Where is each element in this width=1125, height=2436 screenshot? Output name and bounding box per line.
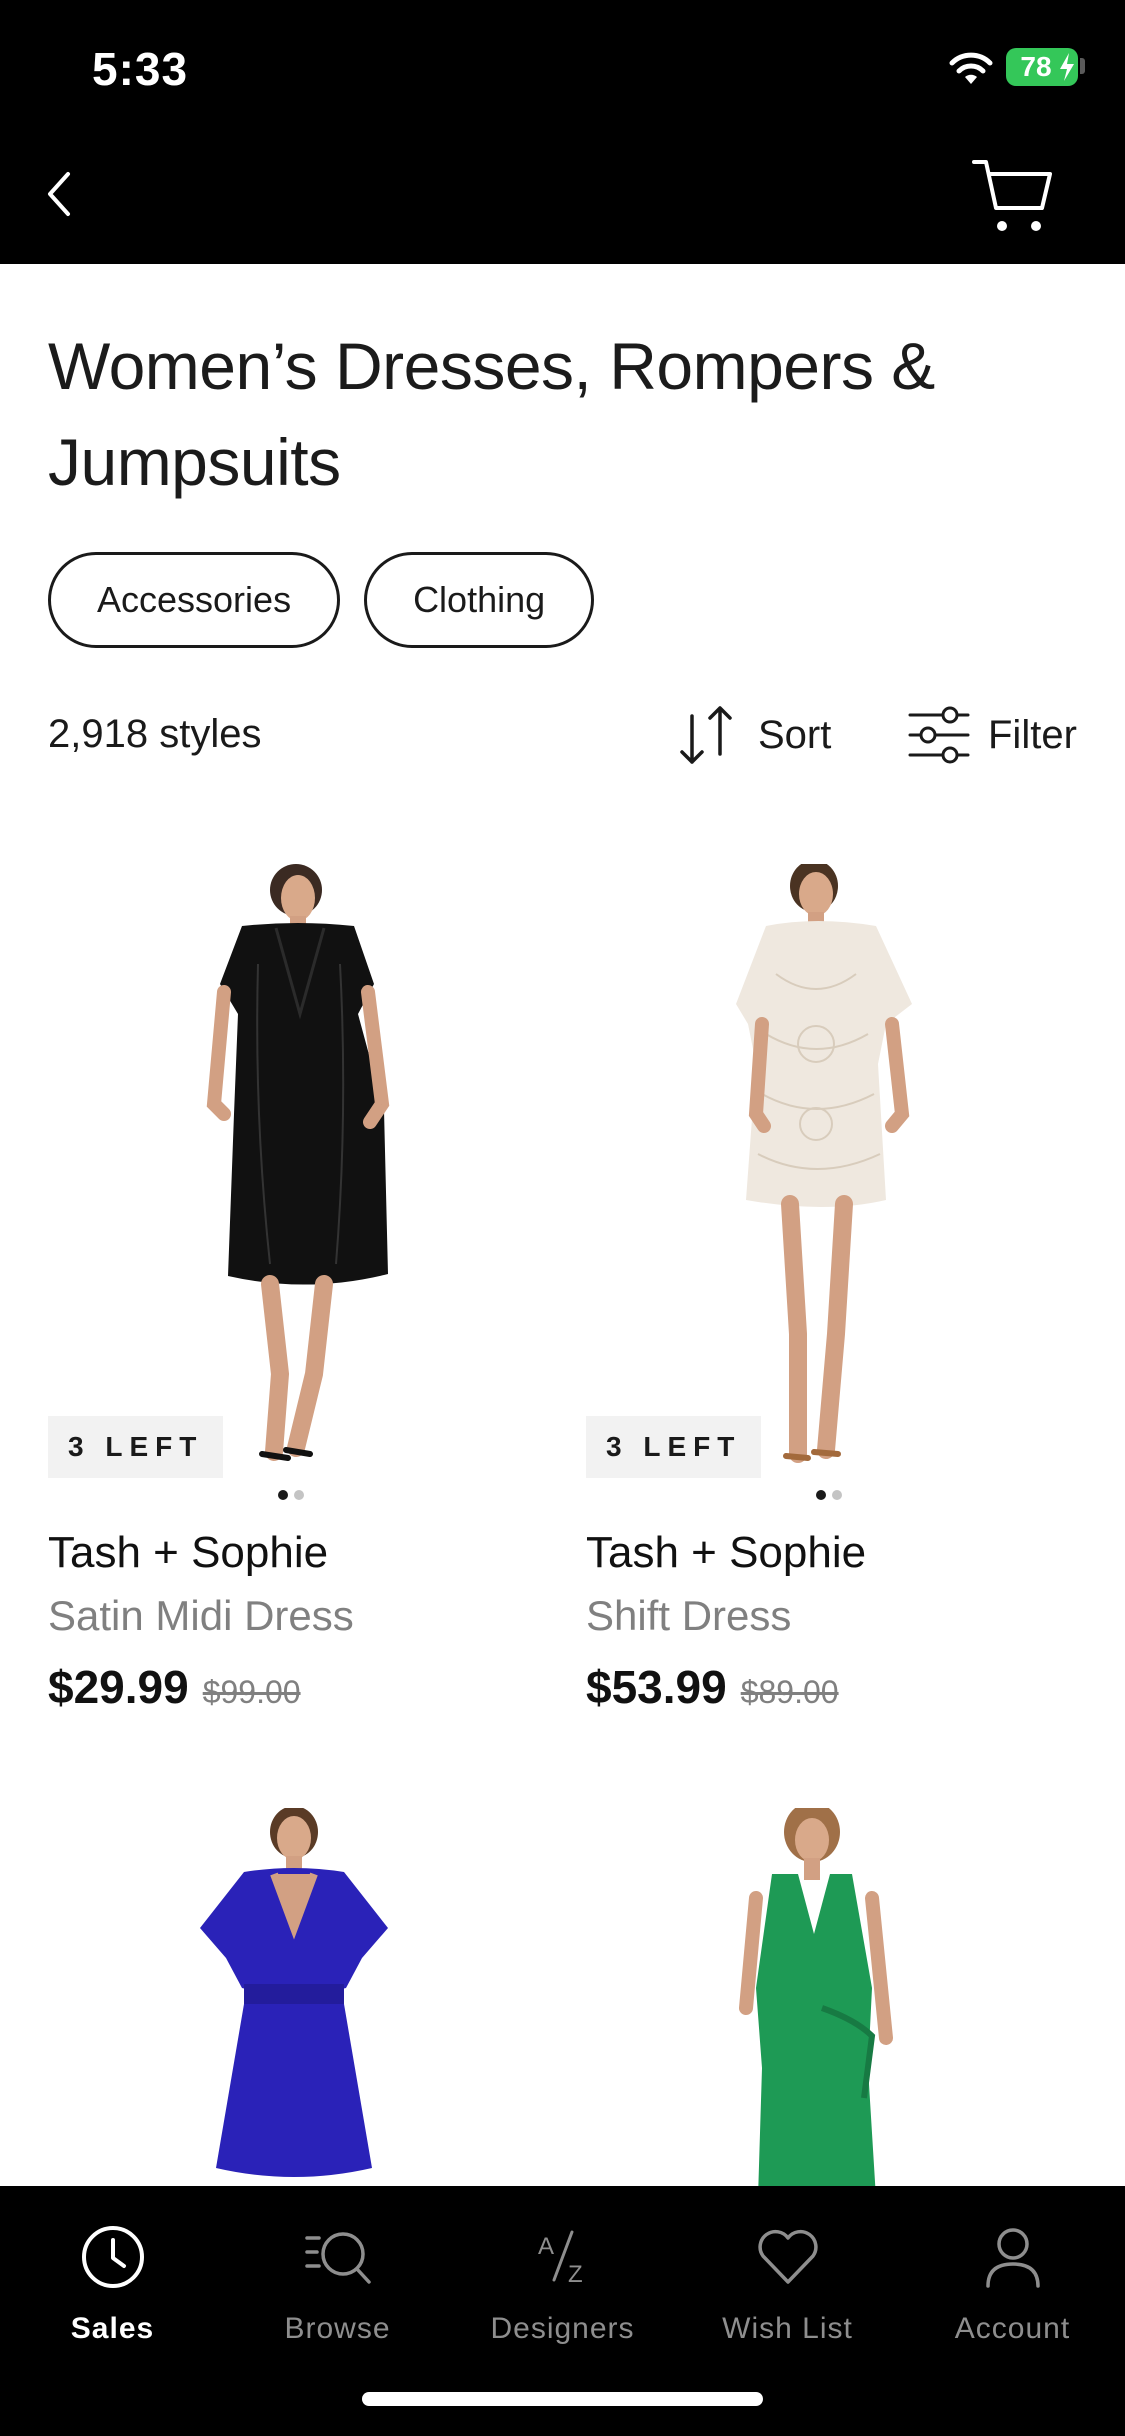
- svg-text:A: A: [538, 2233, 554, 2260]
- product-card[interactable]: [586, 1808, 1076, 2186]
- sliders-icon: [908, 706, 970, 764]
- product-image[interactable]: [48, 1808, 538, 2186]
- az-icon: A Z: [538, 2230, 583, 2288]
- home-indicator: [362, 2392, 763, 2406]
- price-row: $53.99 $89.00: [586, 1660, 839, 1714]
- tab-label: Account: [954, 2312, 1071, 2345]
- tab-browse[interactable]: Browse: [225, 2210, 450, 2350]
- status-time: 5:33: [92, 43, 189, 95]
- tab-wish-list[interactable]: Wish List: [675, 2210, 900, 2350]
- filter-label: Filter: [988, 712, 1077, 757]
- person-icon: [986, 2228, 1040, 2288]
- battery-indicator: 78: [1006, 48, 1078, 86]
- pager-dot: [278, 1490, 288, 1500]
- sort-label: Sort: [758, 712, 832, 757]
- tab-sales[interactable]: Sales: [0, 2210, 225, 2350]
- chip-clothing[interactable]: Clothing: [364, 552, 595, 648]
- style-count: 2,918 styles: [48, 712, 262, 756]
- chevron-left-icon[interactable]: [40, 166, 80, 222]
- product-brand: Tash + Sophie: [48, 1528, 329, 1577]
- product-card[interactable]: 3 LEFT Tash + Sophie Satin Midi Dress $2…: [48, 864, 538, 1744]
- sale-price: $29.99: [48, 1661, 189, 1713]
- product-card[interactable]: [48, 1808, 538, 2186]
- stock-badge: 3 LEFT: [586, 1416, 762, 1478]
- original-price: $99.00: [202, 1674, 301, 1710]
- category-chips: Accessories Clothing: [48, 552, 595, 648]
- pager-dot: [294, 1490, 304, 1500]
- page-title: Women’s Dresses, Rompers & Jumpsuits: [48, 329, 935, 499]
- product-image[interactable]: [48, 864, 538, 1474]
- product-image[interactable]: [586, 1808, 1076, 2186]
- battery-level: 78: [1020, 51, 1052, 82]
- pager-dot: [832, 1490, 842, 1500]
- wifi-icon: [949, 52, 993, 84]
- sort-button[interactable]: Sort: [676, 700, 831, 770]
- product-image[interactable]: [586, 864, 1076, 1474]
- battery-cap: [1080, 58, 1085, 74]
- stock-badge: 3 LEFT: [48, 1416, 224, 1478]
- pager-dot: [816, 1490, 826, 1500]
- product-card[interactable]: 3 LEFT Tash + Sophie Shift Dress $53.99 …: [586, 864, 1076, 1744]
- product-name: Shift Dress: [586, 1592, 792, 1639]
- filter-button[interactable]: Filter: [906, 700, 1077, 770]
- price-row: $29.99 $99.00: [48, 1660, 301, 1714]
- tab-designers[interactable]: A Z Designers: [450, 2210, 675, 2350]
- search-icon: [305, 2232, 371, 2284]
- top-bar: 5:33 78: [0, 0, 1125, 264]
- product-name: Satin Midi Dress: [48, 1592, 354, 1639]
- tab-label: Wish List: [722, 2312, 853, 2345]
- sort-arrows-icon: [680, 706, 732, 764]
- sale-price: $53.99: [586, 1661, 727, 1713]
- cart-icon[interactable]: [970, 156, 1054, 236]
- charging-bolt-icon: [1060, 53, 1074, 81]
- tab-label: Designers: [490, 2312, 635, 2345]
- original-price: $89.00: [740, 1674, 839, 1710]
- product-brand: Tash + Sophie: [586, 1528, 867, 1577]
- image-pager: [816, 1490, 842, 1500]
- tab-account[interactable]: Account: [900, 2210, 1125, 2350]
- tab-label: Browse: [284, 2312, 391, 2345]
- image-pager: [278, 1490, 304, 1500]
- tab-label: Sales: [70, 2312, 155, 2345]
- heart-icon: [758, 2229, 818, 2284]
- chip-accessories[interactable]: Accessories: [48, 552, 341, 648]
- svg-text:Z: Z: [568, 2261, 583, 2288]
- clock-icon: [82, 2226, 144, 2288]
